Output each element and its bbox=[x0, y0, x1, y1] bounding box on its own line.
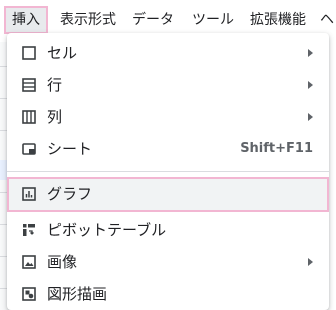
menu-format[interactable]: 表示形式 bbox=[54, 6, 122, 34]
spreadsheet-window: 挿入 表示形式 データ ツール 拡張機能 ヘ セル 行 列 シート Shift+… bbox=[0, 0, 336, 310]
column-icon bbox=[22, 110, 36, 124]
menu-item-sheet[interactable]: シート Shift+F11 bbox=[7, 133, 329, 165]
drawing-icon bbox=[22, 287, 36, 301]
menu-item-label: 図形描画 bbox=[47, 285, 108, 303]
image-icon bbox=[22, 255, 36, 269]
menu-tools[interactable]: ツール bbox=[186, 6, 240, 34]
menu-item-label: 行 bbox=[47, 76, 63, 94]
submenu-arrow-icon bbox=[308, 258, 313, 266]
row-icon bbox=[22, 78, 36, 92]
menu-item-label: シート bbox=[47, 140, 93, 158]
submenu-arrow-icon bbox=[308, 81, 313, 89]
insert-menu-dropdown: セル 行 列 シート Shift+F11 グラフ ピボットテーブル 画像 図形描… bbox=[7, 33, 329, 310]
menu-separator bbox=[7, 171, 329, 172]
cell-icon bbox=[22, 46, 36, 60]
menu-item-drawing[interactable]: 図形描画 bbox=[7, 278, 329, 310]
sheet-icon bbox=[22, 143, 36, 155]
menu-item-label: セル bbox=[47, 44, 78, 62]
menu-item-pivot-table[interactable]: ピボットテーブル bbox=[7, 214, 329, 246]
menu-data[interactable]: データ bbox=[126, 6, 180, 34]
menu-item-image[interactable]: 画像 bbox=[7, 246, 329, 278]
pivot-table-icon bbox=[23, 224, 35, 236]
menu-item-label: 画像 bbox=[47, 253, 78, 271]
menu-help[interactable]: ヘ bbox=[314, 6, 336, 34]
submenu-arrow-icon bbox=[308, 113, 313, 121]
menu-item-chart[interactable]: グラフ bbox=[7, 177, 329, 212]
menu-item-label: ピボットテーブル bbox=[47, 221, 167, 239]
menu-extensions[interactable]: 拡張機能 bbox=[244, 6, 312, 34]
menu-item-row[interactable]: 行 bbox=[7, 69, 329, 101]
submenu-arrow-icon bbox=[308, 49, 313, 57]
keyboard-shortcut: Shift+F11 bbox=[240, 141, 313, 156]
menu-item-cell[interactable]: セル bbox=[7, 37, 329, 69]
menu-item-label: グラフ bbox=[47, 185, 93, 203]
menu-insert[interactable]: 挿入 bbox=[4, 6, 48, 34]
menu-item-column[interactable]: 列 bbox=[7, 101, 329, 133]
menu-item-label: 列 bbox=[47, 108, 63, 126]
chart-icon bbox=[22, 187, 36, 201]
